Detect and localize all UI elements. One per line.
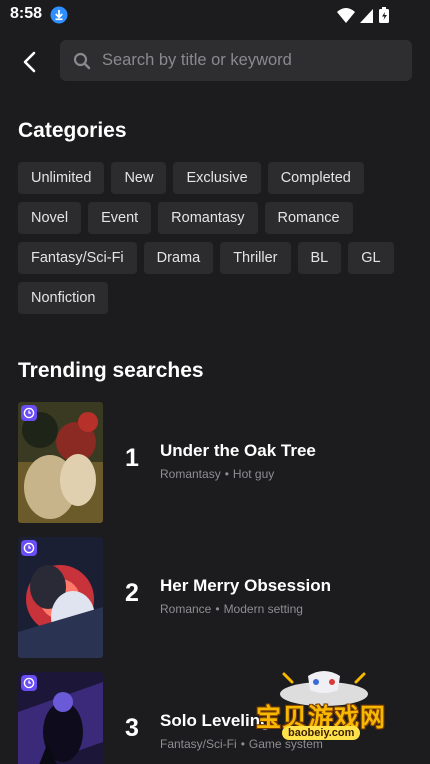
chevron-left-icon <box>23 51 36 73</box>
item-genre: Romantasy <box>160 467 221 481</box>
trending-item[interactable]: 2 Her Merry Obsession Romance • Modern set… <box>18 537 418 658</box>
item-tag: Modern setting <box>223 602 303 616</box>
category-chip-bl[interactable]: BL <box>297 242 342 274</box>
clock-icon <box>21 675 37 691</box>
download-icon <box>50 6 68 24</box>
category-chip-event[interactable]: Event <box>88 202 152 234</box>
item-title: Solo Leveling <box>160 711 271 730</box>
search-icon <box>73 52 91 69</box>
item-title: Her Merry Obsession <box>160 576 332 595</box>
category-chip-romance[interactable]: Romance <box>264 202 353 234</box>
category-chip-completed[interactable]: Completed <box>267 162 364 194</box>
rank-number: 1 <box>125 444 139 472</box>
category-chip-novel[interactable]: Novel <box>18 202 82 234</box>
cover-image <box>18 672 103 764</box>
search-input[interactable] <box>102 40 412 81</box>
item-tags: Romantasy • Hot guy <box>160 467 275 481</box>
item-title: Under the Oak Tree <box>160 441 316 460</box>
clock-icon <box>21 405 37 421</box>
category-chip-thriller[interactable]: Thriller <box>220 242 291 274</box>
category-chip-unlimited[interactable]: Unlimited <box>18 162 105 194</box>
category-chip-new[interactable]: New <box>111 162 167 194</box>
category-chip-exclusive[interactable]: Exclusive <box>173 162 261 194</box>
category-chip-romantasy[interactable]: Romantasy <box>158 202 258 234</box>
back-button[interactable] <box>14 46 46 78</box>
categories-heading: Categories <box>18 119 127 142</box>
category-chip-nonfiction[interactable]: Nonfiction <box>18 282 109 314</box>
category-chips: Unlimited New Exclusive Completed Novel … <box>18 162 418 314</box>
rank-number: 3 <box>125 714 139 742</box>
item-tag: Game system <box>248 737 323 751</box>
category-chip-gl[interactable]: GL <box>348 242 394 274</box>
item-genre: Fantasy/Sci-Fi <box>160 737 237 751</box>
status-bar: 8:58 <box>0 0 430 30</box>
item-tag: Hot guy <box>232 467 275 481</box>
signal-icon <box>360 9 373 23</box>
item-tags: Romance • Modern setting <box>160 602 303 616</box>
trending-item[interactable]: 1 Under the Oak Tree Romantasy • Hot guy <box>18 402 418 523</box>
category-chip-fantasy-scifi[interactable]: Fantasy/Sci-Fi <box>18 242 137 274</box>
clock-icon <box>21 540 37 556</box>
search-screen: 8:58 Categories Unlimited New Exclusiv <box>0 0 430 764</box>
search-bar[interactable] <box>60 40 412 81</box>
item-genre: Romance <box>160 602 212 616</box>
category-chip-drama[interactable]: Drama <box>143 242 214 274</box>
wifi-icon <box>337 8 355 23</box>
cover-image <box>18 402 103 523</box>
trending-heading: Trending searches <box>18 359 204 382</box>
status-time: 8:58 <box>10 5 43 22</box>
trending-item[interactable]: 3 Solo Leveling Fantasy/Sci-Fi • Game syst… <box>18 672 418 764</box>
item-tags: Fantasy/Sci-Fi • Game system <box>160 737 323 751</box>
system-icons <box>337 7 389 23</box>
cover-image <box>18 537 103 658</box>
rank-number: 2 <box>125 579 139 607</box>
